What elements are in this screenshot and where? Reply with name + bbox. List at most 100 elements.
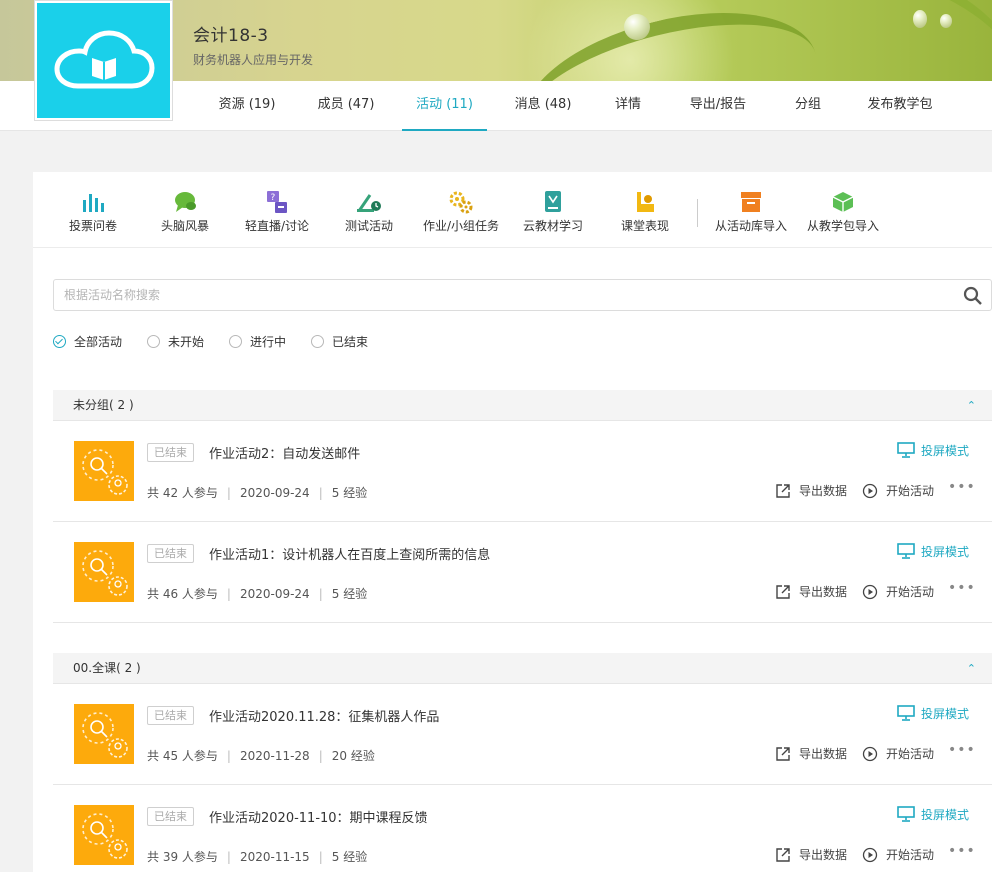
search-icon[interactable] [963, 286, 983, 310]
gears-icon [411, 190, 511, 214]
more-options-icon[interactable]: ••• [948, 742, 976, 758]
projector-icon [897, 705, 915, 721]
export-data-label: 导出数据 [799, 747, 848, 761]
start-activity-button[interactable]: 开始活动 [862, 583, 934, 600]
toolbar-divider [697, 199, 698, 227]
activity-row[interactable]: 已结束 作业活动1：设计机器人在百度上查阅所需的信息 共 46 人参与 | 2020… [53, 522, 992, 623]
homework-activity-icon [74, 441, 134, 501]
performance-icon [595, 190, 695, 214]
homework-activity-icon [74, 805, 134, 865]
start-activity-button[interactable]: 开始活动 [862, 745, 934, 762]
projection-mode-button[interactable]: 投屏模式 [897, 441, 969, 459]
export-data-button[interactable]: 导出数据 [775, 583, 847, 600]
tab-groups[interactable]: 分组 [784, 81, 832, 131]
chat-bubbles-icon [135, 190, 235, 214]
course-subtitle: 财务机器人应用与开发 [193, 53, 314, 67]
tool-class-performance[interactable]: 课堂表现 [595, 190, 695, 234]
tab-publish-package[interactable]: 发布教学包 [857, 81, 943, 131]
bar-chart-icon [43, 190, 143, 214]
radio-checked-icon [53, 335, 66, 348]
chevron-up-icon[interactable]: ⌃ [967, 653, 976, 684]
tool-import-activity-library[interactable]: 从活动库导入 [701, 190, 801, 234]
activity-title[interactable]: 作业活动2020-11-10：期中课程反馈 [209, 807, 428, 826]
tool-label: 课堂表现 [620, 219, 669, 233]
export-data-button[interactable]: 导出数据 [775, 482, 847, 499]
status-badge: 已结束 [147, 544, 194, 563]
filter-label: 已结束 [332, 335, 369, 349]
tool-live-discussion[interactable]: ? 轻直播/讨论 [227, 190, 327, 234]
activity-row[interactable]: 已结束 作业活动2：自动发送邮件 共 42 人参与 | 2020-09-24 | 5 经… [53, 421, 992, 522]
tool-label: 轻直播/讨论 [244, 219, 310, 233]
chevron-up-icon[interactable]: ⌃ [967, 390, 976, 421]
projection-mode-label: 投屏模式 [921, 807, 970, 822]
start-activity-button[interactable]: 开始活动 [862, 482, 934, 499]
participants-count: 共 46 人参与 [147, 587, 218, 601]
tool-vote-survey[interactable]: 投票问卷 [43, 190, 143, 234]
filter-all-activities[interactable]: 全部活动 [53, 333, 122, 350]
filter-in-progress[interactable]: 进行中 [229, 333, 286, 350]
more-options-icon[interactable]: ••• [948, 479, 976, 495]
export-data-label: 导出数据 [799, 585, 848, 599]
group-title: 00.全课( 2 ) [73, 661, 141, 675]
homework-activity-icon [74, 704, 134, 764]
projector-icon [897, 442, 915, 458]
start-activity-label: 开始活动 [886, 585, 935, 599]
tool-homework-group-task[interactable]: 作业/小组任务 [411, 190, 511, 234]
tool-label: 头脑风暴 [160, 219, 209, 233]
tab-messages[interactable]: 消息 (48) [506, 81, 580, 131]
tool-cloud-textbook[interactable]: 云教材学习 [503, 190, 603, 234]
projection-mode-button[interactable]: 投屏模式 [897, 805, 969, 823]
export-data-button[interactable]: 导出数据 [775, 846, 847, 863]
filter-not-started[interactable]: 未开始 [147, 333, 204, 350]
tab-members[interactable]: 成员 (47) [309, 81, 383, 131]
activity-search-input[interactable] [54, 280, 934, 310]
start-activity-label: 开始活动 [886, 848, 935, 862]
filter-label: 未开始 [168, 335, 205, 349]
group-header[interactable]: 00.全课( 2 ) ⌃ [53, 653, 992, 684]
activity-meta: 共 45 人参与 | 2020-11-28 | 20 经验 [147, 749, 375, 763]
status-badge: 已结束 [147, 706, 194, 725]
activity-date: 2020-11-15 [239, 850, 310, 864]
radio-icon [229, 335, 242, 348]
export-icon [776, 584, 790, 599]
activity-row[interactable]: 已结束 作业活动2020-11-10：期中课程反馈 共 39 人参与 | 2020-… [53, 785, 992, 872]
play-circle-icon [862, 483, 878, 498]
filter-label: 全部活动 [74, 335, 123, 349]
activity-meta: 共 42 人参与 | 2020-09-24 | 5 经验 [147, 486, 368, 500]
activity-title[interactable]: 作业活动2020.11.28：征集机器人作品 [209, 706, 439, 725]
participants-count: 共 39 人参与 [147, 850, 218, 864]
more-options-icon[interactable]: ••• [948, 580, 976, 596]
tool-import-teaching-package[interactable]: 从教学包导入 [793, 190, 893, 234]
tool-test-activity[interactable]: 测试活动 [319, 190, 419, 234]
tab-details[interactable]: 详情 [604, 81, 652, 131]
activity-date: 2020-09-24 [239, 486, 310, 500]
export-icon [776, 746, 790, 761]
tool-label: 作业/小组任务 [422, 219, 500, 233]
filter-ended[interactable]: 已结束 [311, 333, 368, 350]
group-header[interactable]: 未分组( 2 ) ⌃ [53, 390, 992, 421]
activity-search-box [53, 279, 992, 311]
tab-export-report[interactable]: 导出/报告 [680, 81, 756, 131]
activity-row[interactable]: 已结束 作业活动2020.11.28：征集机器人作品 共 45 人参与 | 2020… [53, 684, 992, 785]
textbook-icon [503, 190, 603, 214]
activity-title[interactable]: 作业活动1：设计机器人在百度上查阅所需的信息 [209, 544, 490, 563]
projector-icon [897, 806, 915, 822]
tab-resources[interactable]: 资源 (19) [211, 81, 283, 131]
export-icon [776, 847, 790, 862]
projection-mode-button[interactable]: 投屏模式 [897, 542, 969, 560]
projection-mode-label: 投屏模式 [921, 443, 970, 458]
tab-activities[interactable]: 活动 (11) [402, 81, 487, 131]
activity-title[interactable]: 作业活动2：自动发送邮件 [209, 443, 360, 462]
export-data-button[interactable]: 导出数据 [775, 745, 847, 762]
tool-brainstorm[interactable]: 头脑风暴 [135, 190, 235, 234]
activity-date: 2020-11-28 [239, 749, 310, 763]
start-activity-button[interactable]: 开始活动 [862, 846, 934, 863]
activity-meta: 共 39 人参与 | 2020-11-15 | 5 经验 [147, 850, 368, 864]
homework-activity-icon [74, 542, 134, 602]
projection-mode-button[interactable]: 投屏模式 [897, 704, 969, 722]
play-circle-icon [862, 847, 878, 862]
more-options-icon[interactable]: ••• [948, 843, 976, 859]
activity-exp: 5 经验 [331, 850, 368, 864]
radio-icon [311, 335, 324, 348]
tool-label: 从教学包导入 [806, 219, 879, 233]
